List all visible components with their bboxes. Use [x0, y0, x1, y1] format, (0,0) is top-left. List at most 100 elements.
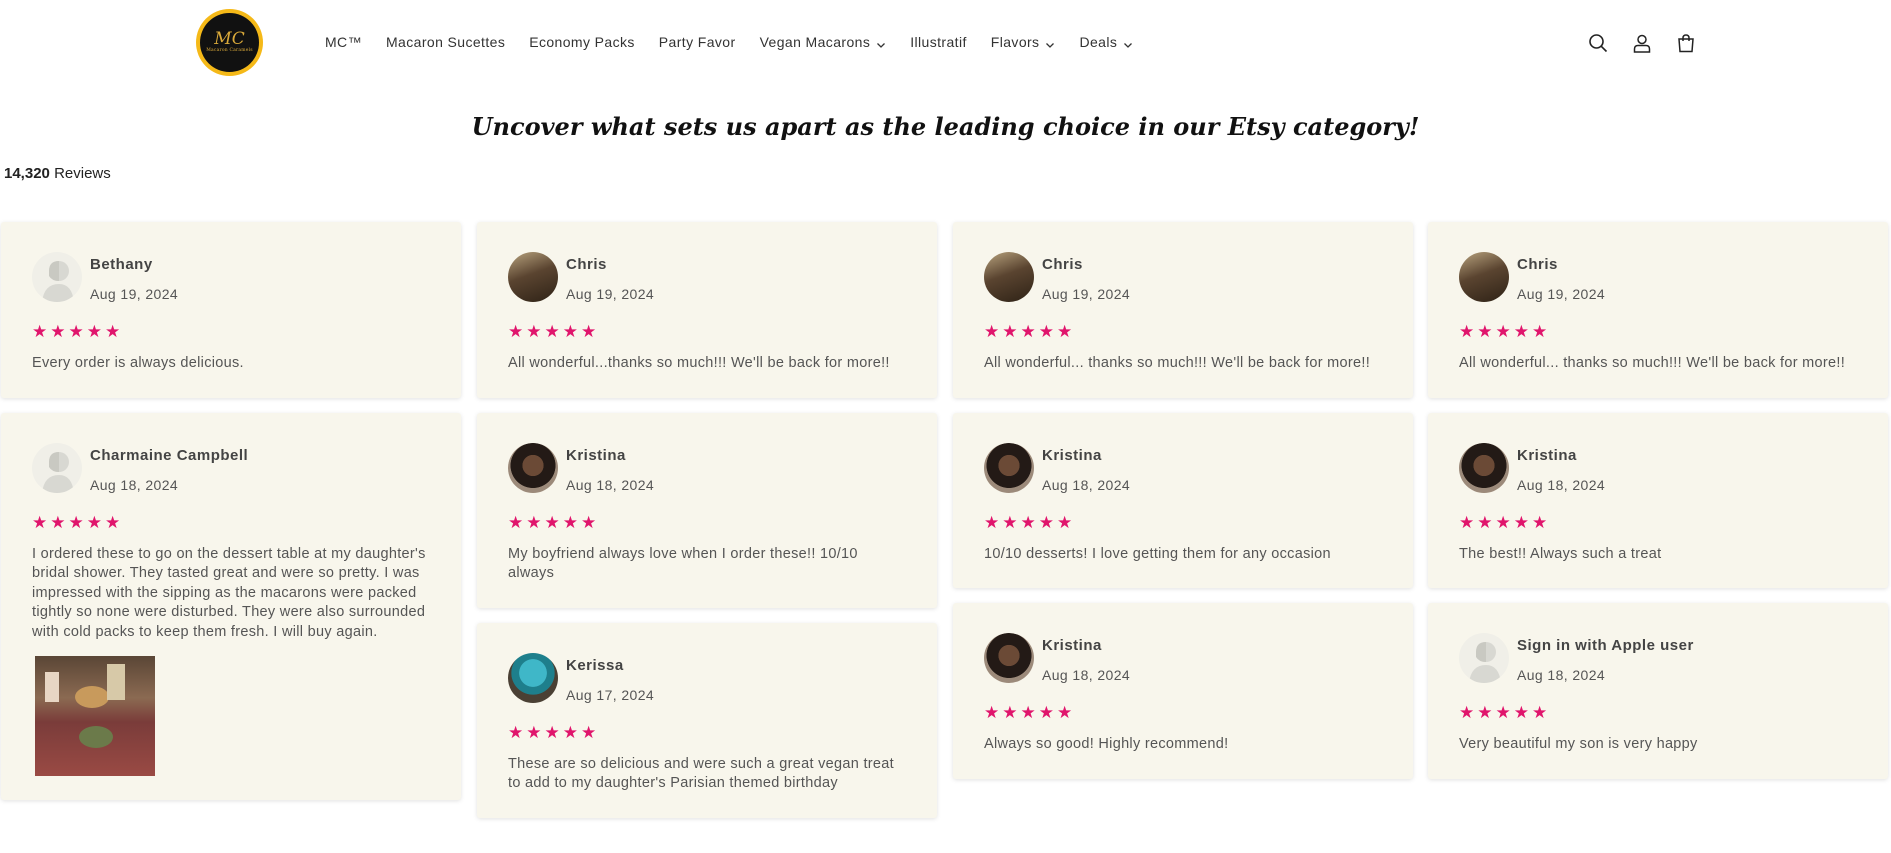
brand-logo[interactable]: MC Macaron Caramels	[196, 9, 263, 76]
nav-item-flavors[interactable]: Flavors	[991, 34, 1056, 50]
review-card[interactable]: Kristina Aug 18, 2024 ★ ★ ★ ★ ★ 10/10 desserts!…	[953, 412, 1413, 588]
review-text: All wonderful...thanks so much!!! We'll …	[508, 355, 890, 371]
review-card[interactable]: Chris Aug 19, 2024 ★ ★ ★ ★ ★ All wonderful...th…	[477, 222, 937, 398]
reviewer-name: Charmaine Campbell	[90, 446, 249, 464]
nav-item-label: Illustratif	[910, 34, 967, 50]
star-rating: ★ ★ ★ ★ ★	[984, 703, 1382, 722]
logo-mark: MC	[214, 29, 245, 49]
star-rating: ★ ★ ★ ★ ★	[32, 512, 430, 532]
nav-item-label: Deals	[1079, 34, 1118, 50]
star-icon: ★	[1020, 703, 1036, 722]
nav-item-label: Party Favor	[658, 34, 736, 50]
avatar	[1459, 442, 1509, 493]
avatar	[1459, 252, 1509, 302]
reviewer-name: Bethany	[90, 256, 153, 273]
star-rating: ★ ★ ★ ★ ★	[1459, 703, 1857, 722]
star-rating: ★ ★ ★ ★ ★	[508, 322, 906, 341]
review-date: Aug 17, 2024	[566, 686, 655, 703]
nav-item-macaron-sucettes[interactable]: Macaron Sucettes	[386, 34, 505, 50]
star-icon: ★	[544, 322, 560, 341]
logo-text: Macaron Caramels	[206, 48, 253, 53]
nav-item-economy-packs[interactable]: Economy Packs	[529, 34, 635, 50]
star-icon: ★	[562, 722, 578, 742]
star-icon: ★	[105, 322, 121, 341]
nav-item-deals[interactable]: Deals	[1079, 34, 1133, 50]
nav-item-illustratif[interactable]: Illustratif	[910, 34, 967, 50]
review-date: Aug 19, 2024	[1517, 286, 1606, 302]
review-card[interactable]: Kristina Aug 18, 2024 ★ ★ ★ ★ ★ My boyfriend al…	[477, 412, 937, 608]
review-date: Aug 18, 2024	[1517, 667, 1606, 683]
reviewer-meta: Kristina Aug 18, 2024	[566, 443, 654, 493]
chevron-down-icon	[876, 37, 886, 48]
star-icon: ★	[984, 322, 1000, 341]
avatar	[508, 652, 558, 703]
star-icon: ★	[1532, 322, 1548, 341]
nav-item-label: Vegan Macarons	[759, 34, 871, 50]
star-icon: ★	[544, 512, 560, 532]
review-card[interactable]: Bethany Aug 19, 2024 ★ ★ ★ ★ ★ Every order is a…	[1, 222, 461, 398]
review-card[interactable]: Sign in with Apple user Aug 18, 2024 ★ ★ ★ ★ ★…	[1428, 603, 1888, 779]
nav-item-label: MC™	[325, 34, 362, 50]
account-icon[interactable]	[1629, 30, 1655, 56]
star-icon: ★	[1002, 703, 1018, 722]
star-icon: ★	[1513, 703, 1529, 722]
review-date: Aug 19, 2024	[90, 286, 179, 302]
reviewer-name: Sign in with Apple user	[1517, 637, 1694, 654]
review-text: These are so delicious and were such a g…	[508, 755, 894, 792]
star-rating: ★ ★ ★ ★ ★	[984, 322, 1382, 341]
review-date: Aug 19, 2024	[566, 286, 655, 302]
star-icon: ★	[1495, 703, 1511, 722]
review-count-number: 14,320	[4, 165, 50, 182]
nav-item-label: Flavors	[990, 34, 1040, 50]
review-header: Bethany Aug 19, 2024	[32, 252, 430, 310]
avatar	[984, 633, 1034, 683]
chevron-down-icon	[1123, 37, 1133, 48]
review-text: Every order is always delicious.	[32, 355, 244, 371]
star-icon: ★	[1057, 512, 1073, 532]
review-card[interactable]: Kristina Aug 18, 2024 ★ ★ ★ ★ ★ Always so good!…	[953, 603, 1413, 779]
star-icon: ★	[1020, 322, 1036, 341]
star-icon: ★	[1513, 512, 1529, 532]
review-date: Aug 18, 2024	[1042, 667, 1131, 683]
review-header: Sign in with Apple user Aug 18, 2024	[1459, 633, 1857, 691]
review-date: Aug 18, 2024	[90, 476, 179, 493]
review-header: Kerissa Aug 17, 2024	[508, 652, 906, 711]
reviewer-meta: Bethany Aug 19, 2024	[90, 252, 178, 302]
review-card[interactable]: Chris Aug 19, 2024 ★ ★ ★ ★ ★ All wonderful... t…	[1428, 222, 1888, 398]
star-icon: ★	[581, 722, 597, 742]
cart-icon[interactable]	[1673, 30, 1699, 56]
review-header: Kristina Aug 18, 2024	[508, 442, 906, 501]
review-date: Aug 19, 2024	[1042, 286, 1131, 302]
search-icon[interactable]	[1585, 30, 1611, 56]
page-headline: Uncover what sets us apart as the leadin…	[471, 112, 1420, 141]
reviewer-meta: Chris Aug 19, 2024	[1517, 252, 1605, 302]
chevron-down-icon	[1045, 37, 1055, 48]
nav-item-mc[interactable]: MC™	[325, 34, 362, 50]
star-icon: ★	[1459, 512, 1475, 532]
review-card[interactable]: Charmaine Campbell Aug 18, 2024 ★ ★ ★ ★ ★ I ord…	[1, 412, 461, 800]
star-icon: ★	[526, 722, 542, 742]
star-icon: ★	[1532, 512, 1548, 532]
review-card[interactable]: Kerissa Aug 17, 2024 ★ ★ ★ ★ ★ These are so del…	[477, 622, 937, 818]
header-icons	[1585, 30, 1717, 56]
star-rating: ★ ★ ★ ★ ★	[32, 322, 430, 341]
avatar	[508, 252, 558, 302]
star-icon: ★	[1477, 703, 1493, 722]
avatar	[984, 442, 1034, 493]
reviewer-meta: Sign in with Apple user Aug 18, 2024	[1517, 633, 1694, 683]
nav-item-party-favor[interactable]: Party Favor	[659, 34, 736, 50]
review-count-label: Reviews	[54, 165, 111, 182]
star-icon: ★	[50, 322, 66, 341]
star-rating: ★ ★ ★ ★ ★	[508, 512, 906, 532]
review-card[interactable]: Kristina Aug 18, 2024 ★ ★ ★ ★ ★ The best!! Alwa…	[1428, 412, 1888, 588]
review-photo[interactable]	[35, 656, 155, 776]
star-rating: ★ ★ ★ ★ ★	[508, 722, 906, 742]
review-card[interactable]: Chris Aug 19, 2024 ★ ★ ★ ★ ★ All wonderful... t…	[953, 222, 1413, 398]
star-icon: ★	[68, 512, 84, 532]
review-header: Chris Aug 19, 2024	[508, 252, 906, 310]
review-text: My boyfriend always love when I order th…	[508, 545, 858, 582]
nav-item-vegan-macarons[interactable]: Vegan Macarons	[760, 34, 887, 50]
review-header: Kristina Aug 18, 2024	[984, 633, 1382, 691]
reviewer-meta: Kristina Aug 18, 2024	[1517, 443, 1605, 493]
star-icon: ★	[68, 322, 84, 341]
